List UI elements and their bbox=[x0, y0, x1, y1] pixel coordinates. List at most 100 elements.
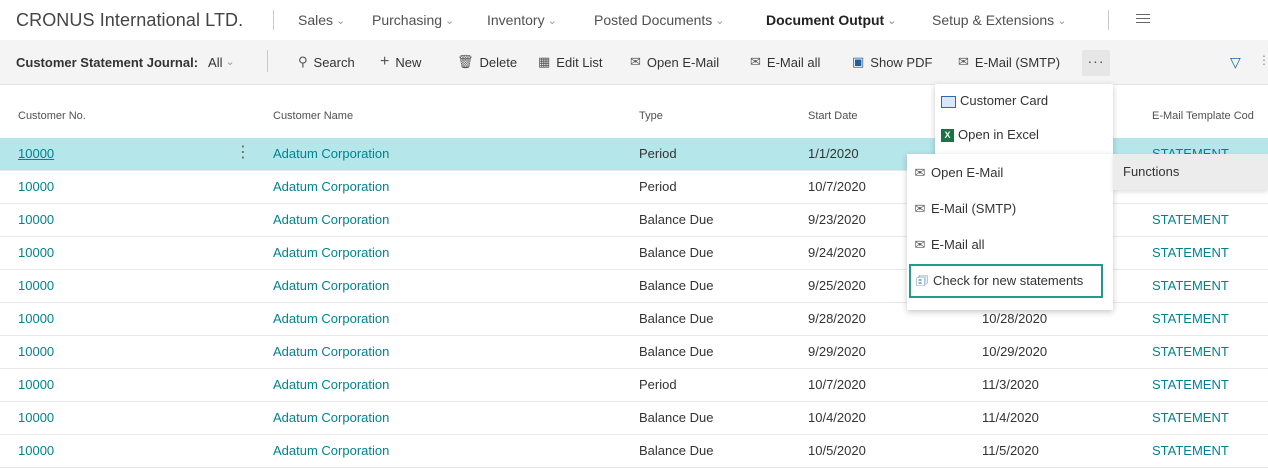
more-options-button[interactable]: ··· bbox=[1082, 50, 1110, 76]
cell-end-date[interactable]: 10/29/2020 bbox=[982, 336, 1047, 368]
nav-posted-documents[interactable]: Posted Documents ⌄ bbox=[594, 12, 725, 28]
cell-end-date[interactable]: 11/4/2020 bbox=[982, 402, 1039, 434]
email-smtp-button[interactable]: ✉ E-Mail (SMTP) bbox=[958, 40, 1060, 84]
search-button[interactable]: ⚲ Search bbox=[298, 40, 355, 84]
cell-customer-no[interactable]: 10000 bbox=[18, 204, 54, 236]
cell-customer-no[interactable]: 10000 bbox=[18, 303, 54, 335]
open-email-button[interactable]: ✉ Open E-Mail bbox=[630, 40, 719, 84]
table-row[interactable]: 10000 Adatum Corporation Balance Due 10/5/2… bbox=[0, 435, 1268, 468]
cell-start-date[interactable]: 9/23/2020 bbox=[808, 204, 866, 236]
header-start-date[interactable]: Start Date bbox=[808, 110, 858, 122]
cell-type[interactable]: Period bbox=[639, 138, 677, 170]
cell-customer-no[interactable]: 10000 bbox=[18, 336, 54, 368]
chevron-down-icon: ⌄ bbox=[887, 15, 897, 27]
nav-inventory-label: Inventory bbox=[487, 12, 545, 28]
cell-type[interactable]: Balance Due bbox=[639, 237, 713, 269]
cell-customer-no[interactable]: 10000 bbox=[18, 435, 54, 467]
cell-type[interactable]: Period bbox=[639, 369, 677, 401]
customer-card-icon bbox=[941, 95, 956, 108]
cell-customer-name[interactable]: Adatum Corporation bbox=[273, 270, 389, 302]
cell-customer-name[interactable]: Adatum Corporation bbox=[273, 138, 389, 170]
cell-customer-name[interactable]: Adatum Corporation bbox=[273, 402, 389, 434]
cell-customer-no[interactable]: 10000 bbox=[18, 171, 54, 203]
cell-customer-name[interactable]: Adatum Corporation bbox=[273, 303, 389, 335]
journal-filter[interactable]: Customer Statement Journal: All ⌄ bbox=[16, 40, 235, 84]
menu-item-label: Open E-Mail bbox=[931, 165, 1004, 180]
more-vertical-icon[interactable]: ⋮ bbox=[1258, 53, 1268, 67]
cell-start-date[interactable]: 9/24/2020 bbox=[808, 237, 866, 269]
header-customer-no[interactable]: Customer No. bbox=[18, 110, 86, 122]
cell-start-date[interactable]: 1/1/2020 bbox=[808, 138, 859, 170]
menu-item-email-all[interactable]: ✉ E-Mail all bbox=[913, 228, 985, 262]
email-all-button[interactable]: ✉ E-Mail all bbox=[750, 40, 820, 84]
filter-icon[interactable]: ▽ bbox=[1230, 54, 1241, 71]
cell-email-template-code[interactable]: STATEMENT bbox=[1152, 369, 1229, 401]
nav-setup-extensions[interactable]: Setup & Extensions ⌄ bbox=[932, 12, 1066, 28]
cell-customer-no[interactable]: 10000 bbox=[18, 402, 54, 434]
row-actions-icon[interactable]: ⋮ bbox=[235, 138, 251, 170]
cell-customer-name[interactable]: Adatum Corporation bbox=[273, 336, 389, 368]
header-email-template-code[interactable]: E-Mail Template Cod bbox=[1152, 110, 1254, 122]
cell-customer-name[interactable]: Adatum Corporation bbox=[273, 369, 389, 401]
cell-start-date[interactable]: 9/25/2020 bbox=[808, 270, 866, 302]
hamburger-menu-icon[interactable] bbox=[1136, 14, 1150, 24]
cell-type[interactable]: Balance Due bbox=[639, 336, 713, 368]
cell-start-date[interactable]: 10/7/2020 bbox=[808, 171, 866, 203]
nav-document-output[interactable]: Document Output ⌄ bbox=[766, 12, 896, 28]
cell-customer-name[interactable]: Adatum Corporation bbox=[273, 171, 389, 203]
functions-menu-button[interactable]: Functions bbox=[1113, 154, 1268, 190]
nav-purchasing[interactable]: Purchasing ⌄ bbox=[372, 12, 454, 28]
cell-customer-no[interactable]: 10000 bbox=[18, 237, 54, 269]
cell-email-template-code[interactable]: STATEMENT bbox=[1152, 402, 1229, 434]
cell-start-date[interactable]: 10/4/2020 bbox=[808, 402, 866, 434]
delete-button[interactable]: 🗑 Delete bbox=[457, 40, 517, 84]
cell-end-date[interactable]: 11/5/2020 bbox=[982, 435, 1039, 467]
company-name[interactable]: CRONUS International LTD. bbox=[16, 10, 243, 31]
cell-type[interactable]: Balance Due bbox=[639, 270, 713, 302]
cell-email-template-code[interactable]: STATEMENT bbox=[1152, 435, 1229, 467]
cell-email-template-code[interactable]: STATEMENT bbox=[1152, 204, 1229, 236]
cell-customer-name[interactable]: Adatum Corporation bbox=[273, 435, 389, 467]
cell-email-template-code[interactable]: STATEMENT bbox=[1152, 270, 1229, 302]
pdf-preview-icon: ▣ bbox=[852, 54, 865, 69]
email-smtp-label: E-Mail (SMTP) bbox=[974, 54, 1061, 70]
cell-end-date[interactable]: 11/3/2020 bbox=[982, 369, 1039, 401]
cell-customer-no[interactable]: 10000 bbox=[18, 270, 54, 302]
menu-item-email-smtp[interactable]: ✉ E-Mail (SMTP) bbox=[913, 192, 1017, 226]
cell-start-date[interactable]: 9/28/2020 bbox=[808, 303, 866, 335]
menu-item-label: Customer Card bbox=[960, 93, 1049, 108]
cell-start-date[interactable]: 9/29/2020 bbox=[808, 336, 866, 368]
nav-sales[interactable]: Sales ⌄ bbox=[298, 12, 345, 28]
menu-item-open-email[interactable]: ✉ Open E-Mail bbox=[913, 156, 1004, 190]
new-button[interactable]: + New bbox=[380, 40, 421, 84]
cell-customer-name[interactable]: Adatum Corporation bbox=[273, 237, 389, 269]
cell-start-date[interactable]: 10/7/2020 bbox=[808, 369, 866, 401]
cell-customer-name[interactable]: Adatum Corporation bbox=[273, 204, 389, 236]
menu-item-check-for-new-statements[interactable]: 🗊 Check for new statements bbox=[909, 264, 1103, 298]
plus-icon: + bbox=[380, 53, 390, 70]
header-type[interactable]: Type bbox=[639, 110, 663, 122]
cell-type[interactable]: Balance Due bbox=[639, 204, 713, 236]
cell-email-template-code[interactable]: STATEMENT bbox=[1152, 237, 1229, 269]
cell-customer-no[interactable]: 10000 bbox=[18, 369, 54, 401]
header-customer-name[interactable]: Customer Name bbox=[273, 110, 353, 122]
menu-item-label: Check for new statements bbox=[933, 273, 1084, 288]
table-row[interactable]: 10000 Adatum Corporation Balance Due 10/4/2… bbox=[0, 402, 1268, 435]
cell-type[interactable]: Period bbox=[639, 171, 677, 203]
cell-type[interactable]: Balance Due bbox=[639, 402, 713, 434]
email-attachment-icon: ✉ bbox=[750, 54, 761, 69]
show-pdf-button[interactable]: ▣ Show PDF bbox=[852, 40, 932, 84]
nav-inventory[interactable]: Inventory ⌄ bbox=[487, 12, 557, 28]
cell-email-template-code[interactable]: STATEMENT bbox=[1152, 336, 1229, 368]
menu-item-customer-card[interactable]: Customer Card bbox=[941, 84, 1048, 118]
cell-type[interactable]: Balance Due bbox=[639, 435, 713, 467]
cell-type[interactable]: Balance Due bbox=[639, 303, 713, 335]
edit-list-button[interactable]: ▦ Edit List bbox=[538, 40, 603, 84]
cell-start-date[interactable]: 10/5/2020 bbox=[808, 435, 866, 467]
table-row[interactable]: 10000 Adatum Corporation Balance Due 9/29/2… bbox=[0, 336, 1268, 369]
cell-email-template-code[interactable]: STATEMENT bbox=[1152, 303, 1229, 335]
table-row[interactable]: 10000 Adatum Corporation Period 10/7/2020 11… bbox=[0, 369, 1268, 402]
cell-customer-no[interactable]: 10000 bbox=[18, 138, 54, 170]
menu-item-open-in-excel[interactable]: X Open in Excel bbox=[941, 118, 1039, 152]
top-navigation: CRONUS International LTD. Sales ⌄ Purchas… bbox=[0, 0, 1268, 40]
